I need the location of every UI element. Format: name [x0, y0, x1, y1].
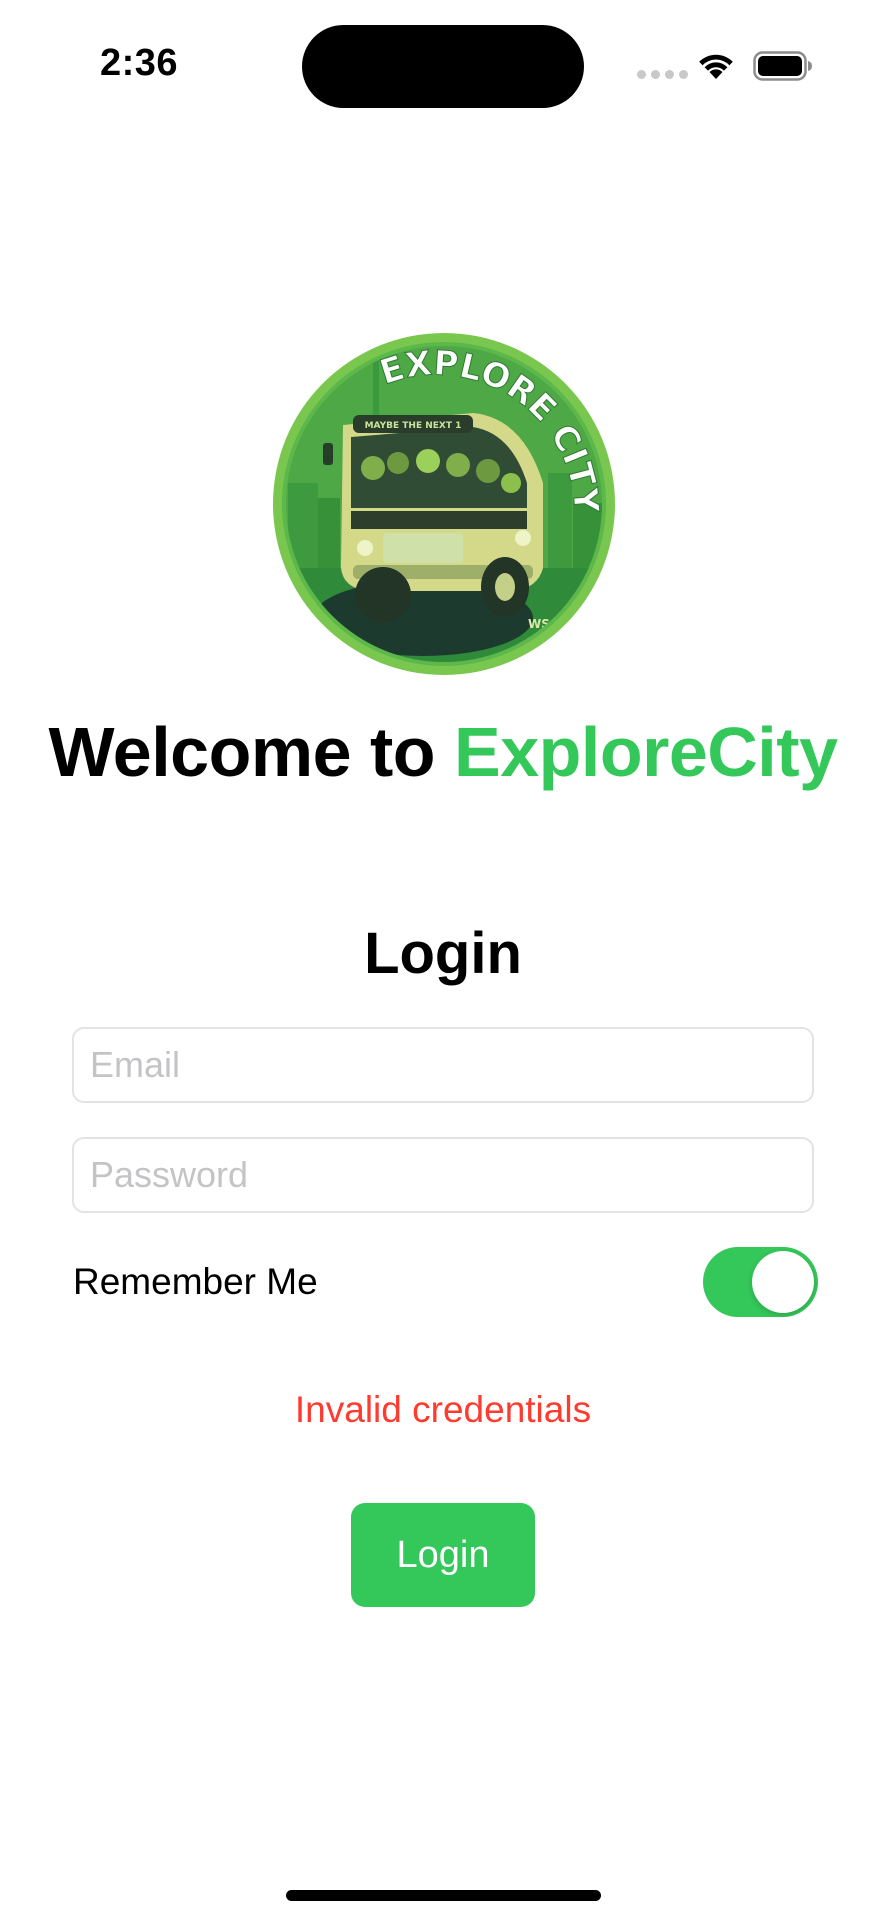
explore-city-logo: MAYBE THE NEXT 1 WS EXPLORE CITY [273, 333, 615, 675]
battery-icon [753, 51, 812, 81]
dynamic-island [302, 25, 584, 108]
remember-me-label: Remember Me [73, 1261, 318, 1302]
login-button[interactable]: Login [351, 1503, 535, 1607]
status-time: 2:36 [100, 42, 179, 84]
brand-name: ExploreCity [454, 713, 838, 791]
toggle-knob [752, 1251, 814, 1313]
home-indicator[interactable] [286, 1890, 601, 1901]
password-field[interactable] [72, 1137, 814, 1213]
login-title: Login [364, 921, 522, 986]
login-screen: 2:36 MAYBE THE NEXT 1 WS EXPLORE CITY We… [0, 0, 886, 1920]
cellular-icon [637, 70, 688, 79]
remember-me-toggle[interactable] [703, 1247, 818, 1317]
welcome-prefix: Welcome to [48, 713, 454, 791]
error-message: Invalid credentials [294, 1389, 592, 1430]
logo-sign-text: MAYBE THE NEXT 1 [365, 421, 462, 431]
welcome-heading: Welcome to ExploreCity [0, 712, 886, 792]
wifi-icon [699, 54, 733, 79]
email-field[interactable] [72, 1027, 814, 1103]
